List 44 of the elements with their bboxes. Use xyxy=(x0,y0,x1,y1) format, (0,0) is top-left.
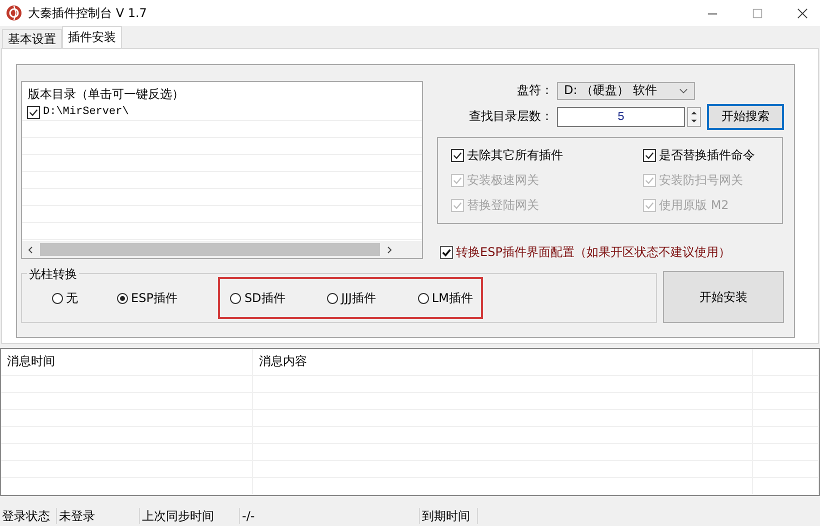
drive-dropdown[interactable]: D: （硬盘） 软件 xyxy=(557,82,695,100)
checkbox[interactable] xyxy=(643,148,656,162)
search-button[interactable]: 开始搜索 xyxy=(707,104,784,130)
status-text: 到期时间 xyxy=(422,509,470,523)
radio-button[interactable] xyxy=(52,292,63,304)
column-header[interactable]: 消息内容 xyxy=(253,349,753,375)
option-label: 转换ESP插件界面配置（如果开区状态不建议使用） xyxy=(456,244,730,261)
status-text: 未登录 xyxy=(59,509,95,523)
radio-button[interactable] xyxy=(230,292,242,304)
radio-button[interactable] xyxy=(327,292,338,304)
option-label: 安装极速网关 xyxy=(467,172,539,189)
status-text: -/- xyxy=(242,509,255,523)
list-item[interactable]: D:\MirServer\ xyxy=(43,106,129,118)
option-label: 是否替换插件命令 xyxy=(659,146,755,164)
checkbox[interactable] xyxy=(27,106,40,118)
status-text: 上次同步时间 xyxy=(142,509,214,523)
radio-label: JJJ插件 xyxy=(341,290,376,306)
option-label: 安装防扫号网关 xyxy=(659,172,743,189)
scrollbar-thumb[interactable] xyxy=(40,243,380,256)
radio-button[interactable] xyxy=(117,292,128,304)
list-header: 版本目录（单击可一键反选） xyxy=(27,86,185,103)
column-header[interactable]: 消息时间 xyxy=(1,349,253,375)
radio-label: LM插件 xyxy=(432,290,473,306)
option-label: 使用原版 M2 xyxy=(659,196,729,214)
option-label: 替换登陆网关 xyxy=(467,196,539,214)
install-button[interactable]: 开始安装 xyxy=(663,271,784,323)
radio-button[interactable] xyxy=(418,292,429,304)
radio-label: SD插件 xyxy=(244,290,286,306)
group-title: 光柱转换 xyxy=(27,266,79,283)
spinner-buttons[interactable] xyxy=(687,106,701,127)
radio-label: ESP插件 xyxy=(131,290,178,306)
option-label: 去除其它所有插件 xyxy=(467,146,563,164)
app-logo-icon xyxy=(6,5,22,21)
checkbox[interactable] xyxy=(440,246,453,259)
close-icon[interactable] xyxy=(797,8,808,18)
drive-label: 盘符： xyxy=(516,82,553,100)
window-title: 大秦插件控制台 V 1.7 xyxy=(28,4,147,22)
tab[interactable]: 插件安装 xyxy=(62,26,122,48)
tab[interactable]: 基本设置 xyxy=(2,29,62,48)
checkbox[interactable] xyxy=(451,148,464,162)
search-depth-label: 查找目录层数： xyxy=(468,108,553,126)
search-depth-field[interactable]: 5 xyxy=(557,106,685,127)
radio-label: 无 xyxy=(66,290,78,306)
status-text: 登录状态 xyxy=(2,509,50,523)
